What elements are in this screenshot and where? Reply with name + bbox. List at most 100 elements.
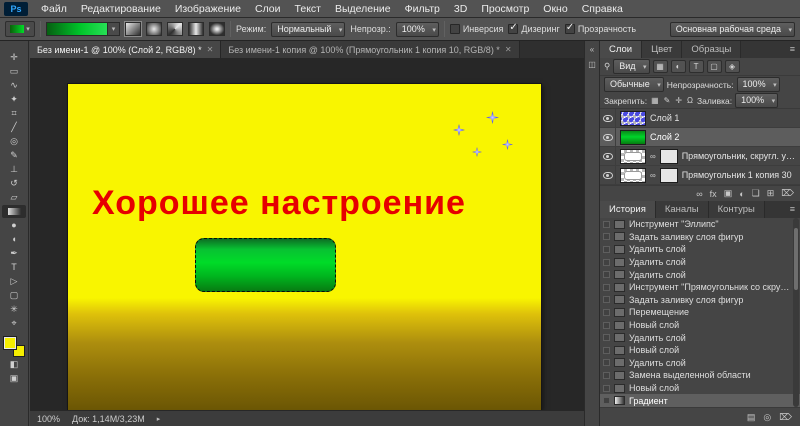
- adjustment-filter-icon[interactable]: ◐: [670, 60, 686, 73]
- history-item[interactable]: Инструмент "Прямоугольник со скругленным…: [600, 281, 800, 294]
- history-item[interactable]: Удалить слой: [600, 357, 800, 370]
- history-source-box[interactable]: [603, 220, 610, 228]
- diamond-gradient-button[interactable]: [209, 22, 225, 36]
- history-source-box[interactable]: [603, 371, 610, 379]
- collapse-panels-icon[interactable]: «: [590, 45, 594, 54]
- menu-3d[interactable]: 3D: [447, 0, 474, 18]
- blend-mode-select[interactable]: Обычные: [604, 77, 664, 92]
- hand-tool-icon[interactable]: ✳: [2, 303, 26, 316]
- close-icon[interactable]: ✕: [505, 45, 512, 54]
- adjustment-layer-icon[interactable]: ◐: [739, 189, 744, 199]
- menu-type[interactable]: Текст: [288, 0, 328, 18]
- gradient-swatch-arrow[interactable]: ▾: [108, 22, 120, 36]
- scrollbar-thumb[interactable]: [794, 228, 798, 290]
- marquee-tool-icon[interactable]: ▭: [2, 65, 26, 78]
- history-source-box[interactable]: [603, 321, 610, 329]
- dither-checkbox[interactable]: [508, 22, 519, 34]
- new-snapshot-icon[interactable]: ◎: [763, 412, 771, 423]
- history-item[interactable]: Замена выделенной области: [600, 369, 800, 382]
- color-swatches[interactable]: [3, 337, 25, 357]
- tool-preset-picker[interactable]: ▾: [5, 21, 35, 37]
- crop-tool-icon[interactable]: ⌗: [2, 107, 26, 120]
- pen-tool-icon[interactable]: ✒: [2, 247, 26, 260]
- delete-layer-icon[interactable]: ⌦: [781, 188, 794, 199]
- history-item-current[interactable]: Градиент: [600, 394, 800, 407]
- opacity-select[interactable]: 100%: [395, 21, 439, 37]
- new-document-from-state-icon[interactable]: ▤: [747, 412, 756, 423]
- quick-mask-icon[interactable]: ◧: [2, 358, 26, 371]
- history-brush-tool-icon[interactable]: ↺: [2, 177, 26, 190]
- tab-layers[interactable]: Слои: [600, 41, 643, 58]
- new-layer-icon[interactable]: ⊞: [767, 188, 775, 199]
- screen-mode-icon[interactable]: ▣: [2, 372, 26, 385]
- layer-row-3[interactable]: ∞ Прямоугольник, скругл. углы 1: [600, 147, 800, 166]
- lock-all-icon[interactable]: Ω: [686, 96, 694, 105]
- history-scrollbar[interactable]: [793, 218, 799, 407]
- history-item[interactable]: Новый слой: [600, 382, 800, 395]
- mode-select[interactable]: Нормальный: [271, 21, 346, 37]
- link-layers-icon[interactable]: ∞: [696, 189, 702, 199]
- invert-checkbox[interactable]: [449, 24, 460, 34]
- layer-opacity-select[interactable]: 100%: [736, 77, 780, 92]
- dodge-tool-icon[interactable]: ◖: [2, 233, 26, 246]
- lasso-tool-icon[interactable]: ∿: [2, 79, 26, 92]
- menu-filter[interactable]: Фильтр: [398, 0, 447, 18]
- gradient-swatch[interactable]: [46, 22, 108, 36]
- clone-stamp-tool-icon[interactable]: ⊥: [2, 163, 26, 176]
- reflected-gradient-button[interactable]: [188, 22, 204, 36]
- menu-file[interactable]: Файл: [34, 0, 74, 18]
- menu-image[interactable]: Изображение: [168, 0, 248, 18]
- tab-channels[interactable]: Каналы: [655, 201, 709, 218]
- smart-object-filter-icon[interactable]: ◈: [724, 60, 740, 73]
- history-source-box[interactable]: [603, 359, 610, 367]
- fill-select[interactable]: 100%: [735, 93, 779, 108]
- layer-filter-select[interactable]: Вид: [613, 59, 650, 74]
- status-arrow-icon[interactable]: ▸: [157, 415, 161, 423]
- menu-layers[interactable]: Слои: [248, 0, 288, 18]
- document-tab-1[interactable]: Без имени-1 @ 100% (Слой 2, RGB/8) * ✕: [30, 41, 222, 58]
- blur-tool-icon[interactable]: ●: [2, 219, 26, 232]
- foreground-color-swatch[interactable]: [3, 337, 16, 349]
- brush-tool-icon[interactable]: ✎: [2, 149, 26, 162]
- radial-gradient-button[interactable]: [146, 22, 162, 36]
- history-source-box[interactable]: [603, 283, 610, 291]
- zoom-tool-icon[interactable]: ⌖: [2, 317, 26, 330]
- tab-paths[interactable]: Контуры: [708, 201, 765, 218]
- visibility-toggle[interactable]: [600, 128, 616, 146]
- close-icon[interactable]: ✕: [207, 45, 214, 54]
- menu-select[interactable]: Выделение: [328, 0, 398, 18]
- menu-help[interactable]: Справка: [575, 0, 630, 18]
- new-group-icon[interactable]: ❏: [752, 188, 760, 199]
- path-selection-tool-icon[interactable]: ▷: [2, 275, 26, 288]
- lock-transparency-icon[interactable]: ▦: [650, 96, 660, 105]
- history-source-box[interactable]: [603, 296, 610, 304]
- layer-row-4[interactable]: ∞ Прямоугольник 1 копия 30: [600, 166, 800, 185]
- type-tool-icon[interactable]: T: [2, 261, 26, 274]
- lock-pixels-icon[interactable]: ✎: [663, 96, 672, 105]
- canvas-document[interactable]: Хорошее настроение: [68, 84, 541, 410]
- history-source-box[interactable]: [603, 308, 610, 316]
- layer-row-2[interactable]: Слой 2: [600, 128, 800, 147]
- history-item[interactable]: Удалить слой: [600, 331, 800, 344]
- history-source-box[interactable]: [603, 334, 610, 342]
- history-panel-icon[interactable]: ◫: [588, 60, 596, 69]
- history-item[interactable]: Новый слой: [600, 344, 800, 357]
- layer-row-1[interactable]: Слой 1: [600, 109, 800, 128]
- eraser-tool-icon[interactable]: ▱: [2, 191, 26, 204]
- menu-window[interactable]: Окно: [536, 0, 574, 18]
- history-item[interactable]: Задать заливку слоя фигур: [600, 294, 800, 307]
- history-item[interactable]: Удалить слой: [600, 243, 800, 256]
- visibility-toggle[interactable]: [600, 166, 616, 184]
- visibility-toggle[interactable]: [600, 147, 616, 165]
- gradient-tool-icon[interactable]: [2, 205, 26, 218]
- history-item[interactable]: Удалить слой: [600, 256, 800, 269]
- healing-brush-tool-icon[interactable]: ◎: [2, 135, 26, 148]
- history-source-box[interactable]: [603, 271, 610, 279]
- shape-tool-icon[interactable]: ▢: [2, 289, 26, 302]
- history-source-box[interactable]: [603, 397, 610, 405]
- history-source-box[interactable]: [603, 233, 610, 241]
- visibility-toggle[interactable]: [600, 109, 616, 127]
- panel-menu-icon[interactable]: ≡: [785, 201, 800, 218]
- history-source-box[interactable]: [603, 258, 610, 266]
- history-source-box[interactable]: [603, 245, 610, 253]
